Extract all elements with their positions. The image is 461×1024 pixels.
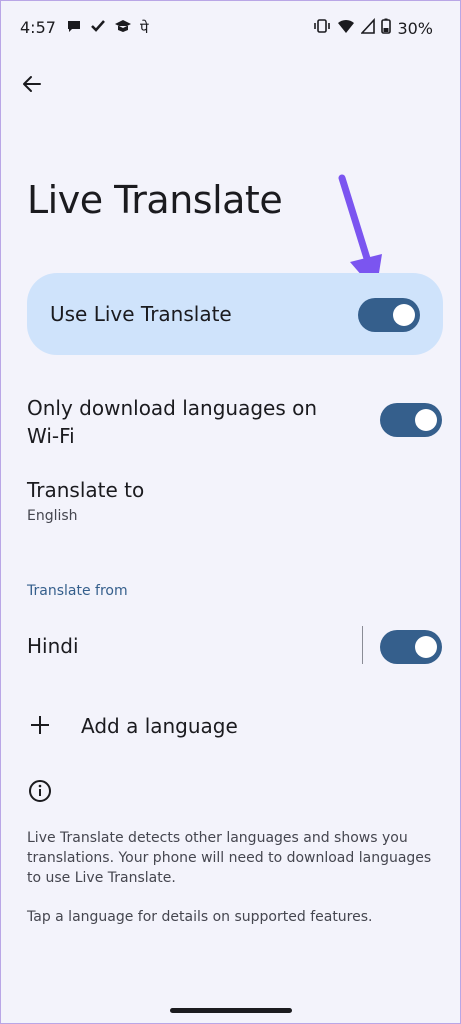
cap-icon: [114, 18, 132, 38]
use-live-translate-row[interactable]: Use Live Translate: [27, 273, 443, 355]
hindi-toggle[interactable]: [380, 630, 442, 664]
vibrate-icon: [313, 18, 331, 38]
info-icon: [27, 778, 53, 804]
wifi-only-toggle[interactable]: [380, 403, 442, 437]
battery-percent: 30%: [397, 18, 433, 38]
arrow-back-icon: [21, 73, 43, 99]
translate-to-value: English: [27, 508, 78, 524]
wifi-only-label: Only download languages on Wi-Fi: [27, 396, 318, 448]
language-row-hindi[interactable]: Hindi: [27, 622, 443, 672]
use-live-translate-toggle[interactable]: [358, 298, 420, 332]
language-label: Hindi: [27, 634, 79, 658]
translate-from-header: Translate from: [27, 583, 128, 599]
signal-icon: [360, 17, 376, 38]
use-live-translate-label: Use Live Translate: [50, 302, 232, 326]
wifi-icon: [337, 18, 355, 38]
check-icon: [90, 18, 106, 38]
translate-to-label: Translate to: [27, 478, 145, 502]
toggle-knob: [393, 304, 415, 326]
gesture-navigation-bar[interactable]: [170, 1008, 292, 1013]
row-divider: [362, 626, 363, 664]
back-button[interactable]: [16, 70, 48, 102]
notification-icons: पे: [66, 18, 149, 38]
plus-icon: [27, 712, 53, 738]
battery-icon: [381, 18, 392, 38]
translate-to-row[interactable]: Translate to English: [27, 476, 443, 536]
add-language-label: Add a language: [81, 714, 238, 738]
page-title: Live Translate: [27, 178, 283, 222]
toggle-knob: [415, 636, 437, 658]
status-time: 4:57: [20, 18, 56, 37]
system-status-icons: 30%: [313, 17, 433, 38]
status-bar: 4:57 पे 30%: [0, 0, 461, 56]
toggle-knob: [415, 409, 437, 431]
payment-notification-icon: पे: [140, 19, 149, 37]
chat-icon: [66, 18, 82, 38]
info-hint: Tap a language for details on supported …: [27, 909, 373, 925]
add-language-row[interactable]: Add a language: [27, 706, 443, 750]
wifi-only-row[interactable]: Only download languages on Wi-Fi: [27, 388, 443, 458]
info-description: Live Translate detects other languages a…: [27, 830, 432, 886]
